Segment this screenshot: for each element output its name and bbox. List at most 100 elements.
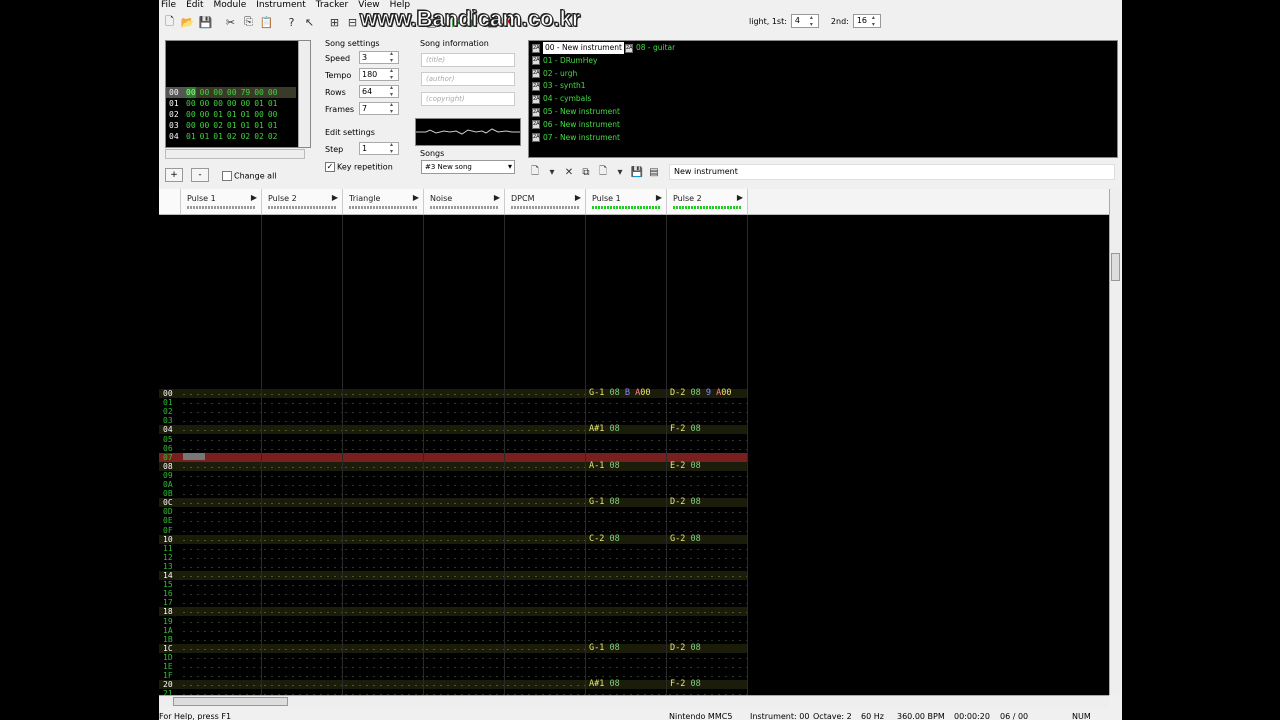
frame-pattern-cell[interactable]: 02: [254, 131, 264, 142]
channel-header[interactable]: Pulse 2 ▶: [667, 189, 748, 215]
scrollbar-thumb[interactable]: [173, 697, 288, 706]
frame-pattern-cell[interactable]: 01: [241, 109, 251, 120]
frame-pattern-cell[interactable]: 01: [213, 109, 223, 120]
frames-spinner[interactable]: 7: [359, 101, 399, 115]
frame-editor-scrollbar[interactable]: [298, 41, 310, 147]
channel-header[interactable]: DPCM ▶: [505, 189, 586, 215]
channel-header[interactable]: Pulse 1 ▶: [181, 189, 262, 215]
frame-pattern-cell[interactable]: 00: [227, 98, 237, 109]
frame-pattern-cell[interactable]: 01: [268, 120, 278, 131]
channel-column[interactable]: [586, 215, 667, 695]
clone-instrument-icon[interactable]: ⧉: [579, 165, 593, 179]
expand-arrow-icon[interactable]: ▶: [494, 193, 500, 202]
cut-icon[interactable]: ✂: [222, 14, 239, 31]
frame-pattern-cell[interactable]: 00: [200, 87, 210, 98]
channel-header[interactable]: Noise ▶: [424, 189, 505, 215]
frame-editor[interactable]: 00 00 00 00 00 79 00 00 01 00 00 00 00 00 01 01 02 00 00 01…: [165, 40, 311, 148]
highlight-first-spinner[interactable]: 4: [790, 14, 819, 28]
speed-spinner[interactable]: 3: [359, 50, 399, 64]
channel-column[interactable]: [262, 215, 343, 695]
instrument-name-field[interactable]: New instrument: [669, 164, 1115, 180]
checkbox-box[interactable]: [222, 171, 232, 181]
channel-column[interactable]: [424, 215, 505, 695]
channel-column[interactable]: [181, 215, 262, 695]
frame-pattern-cell[interactable]: 00: [200, 120, 210, 131]
paste-icon[interactable]: 📋: [258, 14, 275, 31]
save-instrument-icon[interactable]: 💾: [630, 165, 644, 179]
channel-column[interactable]: [505, 215, 586, 695]
frame-pattern-cell[interactable]: 01: [200, 131, 210, 142]
change-all-checkbox[interactable]: Change all: [222, 171, 277, 181]
instrument-item[interactable]: 2A 00 - New instrument: [532, 41, 625, 55]
add-frame-button[interactable]: +: [165, 168, 183, 182]
frame-pattern-cell[interactable]: 00: [254, 109, 264, 120]
instrument-item[interactable]: 2A 01 - DRumHey: [532, 55, 597, 67]
expand-arrow-icon[interactable]: ▶: [737, 193, 743, 202]
remove-instrument-icon[interactable]: ✕: [562, 165, 576, 179]
rows-spinner[interactable]: 64: [359, 84, 399, 98]
edit-instrument-icon[interactable]: ▤: [647, 165, 661, 179]
instrument-item[interactable]: 2A 02 - urgh: [532, 68, 577, 80]
songs-dropdown[interactable]: #3 New song: [421, 160, 515, 174]
frame-pattern-cell[interactable]: 02: [268, 131, 278, 142]
context-help-icon[interactable]: ↖: [301, 14, 318, 31]
expand-arrow-icon[interactable]: ▶: [332, 193, 338, 202]
frame-pattern-cell[interactable]: 02: [213, 120, 223, 131]
dropdown-arrow-icon[interactable]: ▾: [613, 165, 627, 179]
frame-pattern-cell[interactable]: 00: [186, 98, 196, 109]
save-icon[interactable]: 💾: [197, 14, 214, 31]
remove-frame-button[interactable]: -: [191, 168, 209, 182]
frame-pattern-cell[interactable]: 00: [227, 87, 237, 98]
expand-arrow-icon[interactable]: ▶: [656, 193, 662, 202]
scrollbar-thumb[interactable]: [1111, 253, 1120, 281]
channel-header[interactable]: Pulse 1 ▶: [586, 189, 667, 215]
menu-instrument[interactable]: Instrument: [256, 0, 306, 10]
highlight-second-spinner[interactable]: 16: [852, 14, 881, 28]
frame-pattern-cell[interactable]: 02: [227, 131, 237, 142]
frame-pattern-cell[interactable]: 01: [213, 131, 223, 142]
frame-pattern-cell[interactable]: 01: [268, 98, 278, 109]
frame-pattern-cell[interactable]: 00: [213, 98, 223, 109]
frame-pattern-cell[interactable]: 01: [227, 109, 237, 120]
frame-row[interactable]: 01 00 00 00 00 00 01 01: [166, 98, 296, 109]
instrument-item[interactable]: 2A 06 - New instrument: [532, 119, 620, 131]
frame-pattern-cell[interactable]: 01: [254, 98, 264, 109]
frame-pattern-cell[interactable]: 02: [241, 131, 251, 142]
new-file-icon[interactable]: 🗋: [161, 14, 178, 31]
menu-tracker[interactable]: Tracker: [316, 0, 348, 10]
load-instrument-icon[interactable]: 🗋: [596, 165, 610, 179]
frame-pattern-cell[interactable]: 79: [241, 87, 251, 98]
frame-pattern-cell[interactable]: 01: [186, 131, 196, 142]
frame-pattern-cell[interactable]: 01: [241, 120, 251, 131]
key-repetition-checkbox[interactable]: ✓ Key repetition: [325, 162, 393, 172]
pattern-editor[interactable]: 00 01 02 03 04 05 06 07 08 09 0A 0B 0C 0D 0E 0F 10 11 12 13…: [159, 189, 1109, 699]
song-title-field[interactable]: (title): [421, 53, 515, 67]
expand-arrow-icon[interactable]: ▶: [413, 193, 419, 202]
frame-row[interactable]: 02 00 00 01 01 01 00 00: [166, 109, 296, 120]
about-icon[interactable]: ?: [283, 14, 300, 31]
frame-row[interactable]: 04 01 01 01 02 02 02 02: [166, 131, 296, 142]
step-spinner[interactable]: 1: [359, 141, 399, 155]
frame-pattern-cell[interactable]: 00: [213, 87, 223, 98]
tempo-spinner[interactable]: 180: [359, 67, 399, 81]
expand-arrow-icon[interactable]: ▶: [575, 193, 581, 202]
frame-pattern-cell[interactable]: 00: [254, 87, 264, 98]
insert-frame-icon[interactable]: ⊞: [326, 14, 343, 31]
frame-pattern-cell[interactable]: 01: [254, 120, 264, 131]
frame-pattern-cell[interactable]: 00: [186, 120, 196, 131]
frame-pattern-cell[interactable]: 00: [200, 98, 210, 109]
instrument-item[interactable]: 2A 05 - New instrument: [532, 106, 620, 118]
instrument-item[interactable]: 2A 03 - synth1: [532, 80, 586, 92]
new-instrument-icon[interactable]: 🗋: [528, 165, 542, 179]
frame-pattern-cell[interactable]: 00: [186, 109, 196, 120]
menu-file[interactable]: File: [161, 0, 176, 10]
frame-pattern-cell[interactable]: 00: [200, 109, 210, 120]
remove-frame-icon[interactable]: ⊟: [344, 14, 361, 31]
frame-pattern-cell[interactable]: 01: [227, 120, 237, 131]
pattern-vertical-scrollbar[interactable]: [1109, 189, 1121, 695]
frame-row[interactable]: 03 00 00 02 01 01 01 01: [166, 120, 296, 131]
pattern-horizontal-scrollbar[interactable]: [159, 695, 1109, 707]
song-author-field[interactable]: (author): [421, 72, 515, 86]
frame-editor-hscrollbar[interactable]: [165, 149, 305, 159]
checkbox-checked-icon[interactable]: ✓: [325, 162, 335, 172]
